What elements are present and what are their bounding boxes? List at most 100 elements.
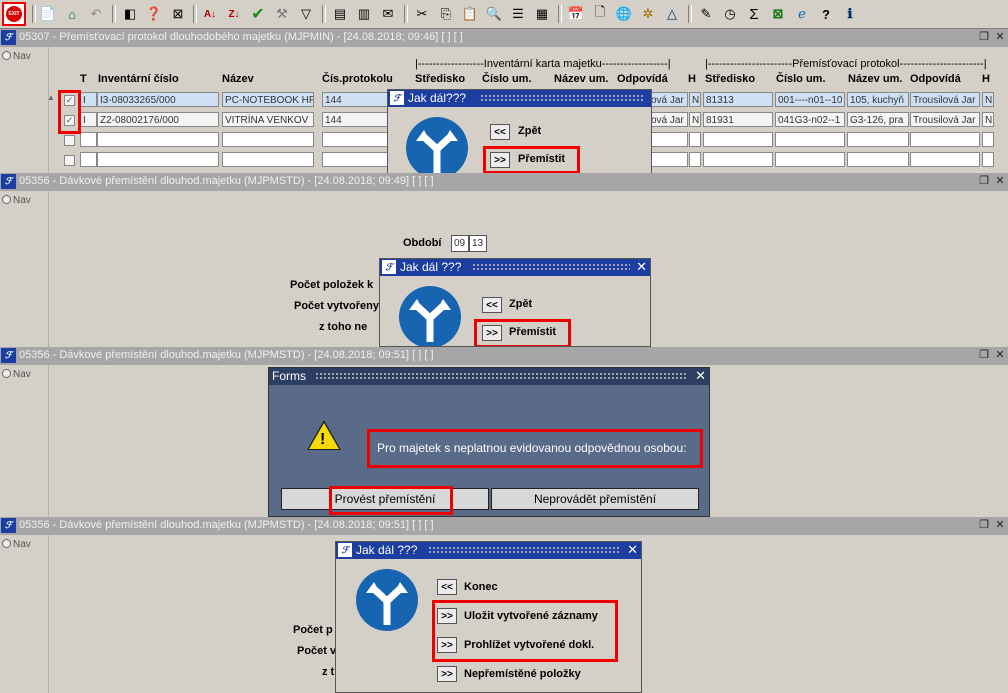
table-cell-empty[interactable] [97, 152, 219, 167]
table-cell[interactable]: G3-126, pra [847, 112, 909, 127]
scroll-up-icon[interactable]: ▲ [47, 93, 57, 103]
table-cell-empty[interactable] [648, 132, 688, 147]
undo-icon[interactable]: ↶ [86, 4, 106, 24]
table-cell-empty[interactable] [847, 152, 909, 167]
help-icon[interactable]: ? [816, 4, 836, 24]
end-button[interactable]: << [437, 579, 457, 595]
table-cell-empty[interactable] [689, 132, 701, 147]
nav-label[interactable]: Nav [2, 369, 31, 380]
excel-icon[interactable]: ⊠ [768, 4, 788, 24]
zoom-icon[interactable]: 🔍 [484, 4, 504, 24]
close-icon[interactable]: ✕ [627, 542, 638, 558]
print-icon[interactable]: ▤ [330, 4, 350, 24]
restore-icon[interactable]: ❐ [977, 518, 991, 532]
exit-button[interactable]: EXIT [2, 2, 26, 26]
restore-icon[interactable]: ❐ [977, 174, 991, 188]
row-checkbox[interactable]: ✓ [64, 95, 75, 106]
table-cell[interactable]: N [689, 92, 701, 107]
table-cell[interactable]: Trousilová Jar [910, 112, 980, 127]
browse-documents-button[interactable]: >> [437, 637, 457, 653]
table-cell-empty[interactable] [982, 152, 994, 167]
table-cell[interactable]: N [982, 92, 994, 107]
grid-icon[interactable]: ▦ [532, 4, 552, 24]
table-cell[interactable]: VITRÍNA VENKOV [222, 112, 314, 127]
nav-label[interactable]: Nav [2, 51, 31, 62]
table-cell-empty[interactable] [847, 132, 909, 147]
nav-label[interactable]: Nav [2, 539, 31, 550]
unmoved-items-button[interactable]: >> [437, 666, 457, 682]
table-cell[interactable]: 81313 [703, 92, 773, 107]
table-cell-empty[interactable] [80, 132, 97, 147]
period-year-field[interactable]: 13 [469, 235, 487, 252]
table-cell[interactable]: ová Jar [648, 92, 688, 107]
row-checkbox[interactable]: ✓ [64, 115, 75, 126]
print-preview-icon[interactable]: ▥ [354, 4, 374, 24]
cut-icon[interactable]: ✂ [412, 4, 432, 24]
table-cell[interactable]: 81931 [703, 112, 773, 127]
info-icon[interactable]: ℹ [840, 4, 860, 24]
query-icon[interactable]: ❓ [144, 4, 164, 24]
edit-icon[interactable]: ✎ [696, 4, 716, 24]
restore-icon[interactable]: ❐ [977, 30, 991, 44]
table-cell[interactable]: Trousilová Jar [910, 92, 980, 107]
save-icon[interactable]: ⌂ [62, 4, 82, 24]
tree-icon[interactable]: ☰ [508, 4, 528, 24]
mail-icon[interactable]: ✉ [378, 4, 398, 24]
table-cell-empty[interactable] [775, 152, 845, 167]
move-button[interactable]: >> [482, 325, 502, 341]
table-cell-empty[interactable] [80, 152, 97, 167]
row-checkbox[interactable] [64, 135, 75, 146]
back-button[interactable]: << [482, 297, 502, 313]
table-cell[interactable]: I [80, 112, 97, 127]
wrench-icon[interactable]: ⚒ [272, 4, 292, 24]
delete-query-icon[interactable]: ⊠ [168, 4, 188, 24]
table-cell[interactable]: I [80, 92, 97, 107]
calendar-icon[interactable]: 📅 [566, 4, 586, 24]
close-icon[interactable]: ✕ [993, 518, 1007, 532]
table-cell-empty[interactable] [689, 152, 701, 167]
sort-asc-icon[interactable]: A↓ [200, 4, 220, 24]
table-cell[interactable]: N [689, 112, 701, 127]
document-icon[interactable]: 🗋 [590, 4, 610, 24]
table-cell-empty[interactable] [775, 132, 845, 147]
save-records-button[interactable]: >> [437, 608, 457, 624]
period-month-field[interactable]: 09 [451, 235, 469, 252]
table-cell[interactable]: 001----n01--10 [775, 92, 845, 107]
row-checkbox[interactable] [64, 155, 75, 166]
table-cell-empty[interactable] [222, 152, 314, 167]
table-cell[interactable]: PC-NOTEBOOK HP [222, 92, 314, 107]
table-cell[interactable]: 041G3-n02--1 [775, 112, 845, 127]
close-icon[interactable]: ✕ [993, 30, 1007, 44]
table-cell-empty[interactable] [910, 132, 980, 147]
check-icon[interactable]: ✔ [248, 4, 268, 24]
nav-label[interactable]: Nav [2, 195, 31, 206]
table-cell[interactable]: N [982, 112, 994, 127]
table-cell-empty[interactable] [222, 132, 314, 147]
close-icon[interactable]: ✕ [993, 174, 1007, 188]
network-icon[interactable]: ✲ [638, 4, 658, 24]
table-cell-empty[interactable] [703, 132, 773, 147]
table-cell-empty[interactable] [982, 132, 994, 147]
table-cell-empty[interactable] [703, 152, 773, 167]
chart-icon[interactable]: △ [662, 4, 682, 24]
restore-icon[interactable]: ❐ [977, 348, 991, 362]
table-cell-empty[interactable] [910, 152, 980, 167]
table-cell-empty[interactable] [648, 152, 688, 167]
table-cell[interactable]: ová Jar [648, 112, 688, 127]
sort-desc-icon[interactable]: Z↓ [224, 4, 244, 24]
do-move-button[interactable]: Provést přemístění [281, 488, 489, 510]
globe-icon[interactable]: 🌐 [614, 4, 634, 24]
close-icon[interactable]: ✕ [636, 259, 647, 275]
back-button[interactable]: << [490, 124, 510, 140]
table-cell-empty[interactable] [97, 132, 219, 147]
close-icon[interactable]: ✕ [695, 368, 706, 384]
sum-icon[interactable]: Σ [744, 4, 764, 24]
dont-move-button[interactable]: Neprovádět přemístění [491, 488, 699, 510]
close-icon[interactable]: ✕ [993, 348, 1007, 362]
new-record-icon[interactable]: 📄 [38, 4, 58, 24]
funnel-icon[interactable]: ▽ [296, 4, 316, 24]
clock-icon[interactable]: ◷ [720, 4, 740, 24]
move-button[interactable]: >> [490, 152, 510, 168]
table-cell[interactable]: Z2-08002176/000 [97, 112, 219, 127]
filter-icon[interactable]: ◧ [120, 4, 140, 24]
